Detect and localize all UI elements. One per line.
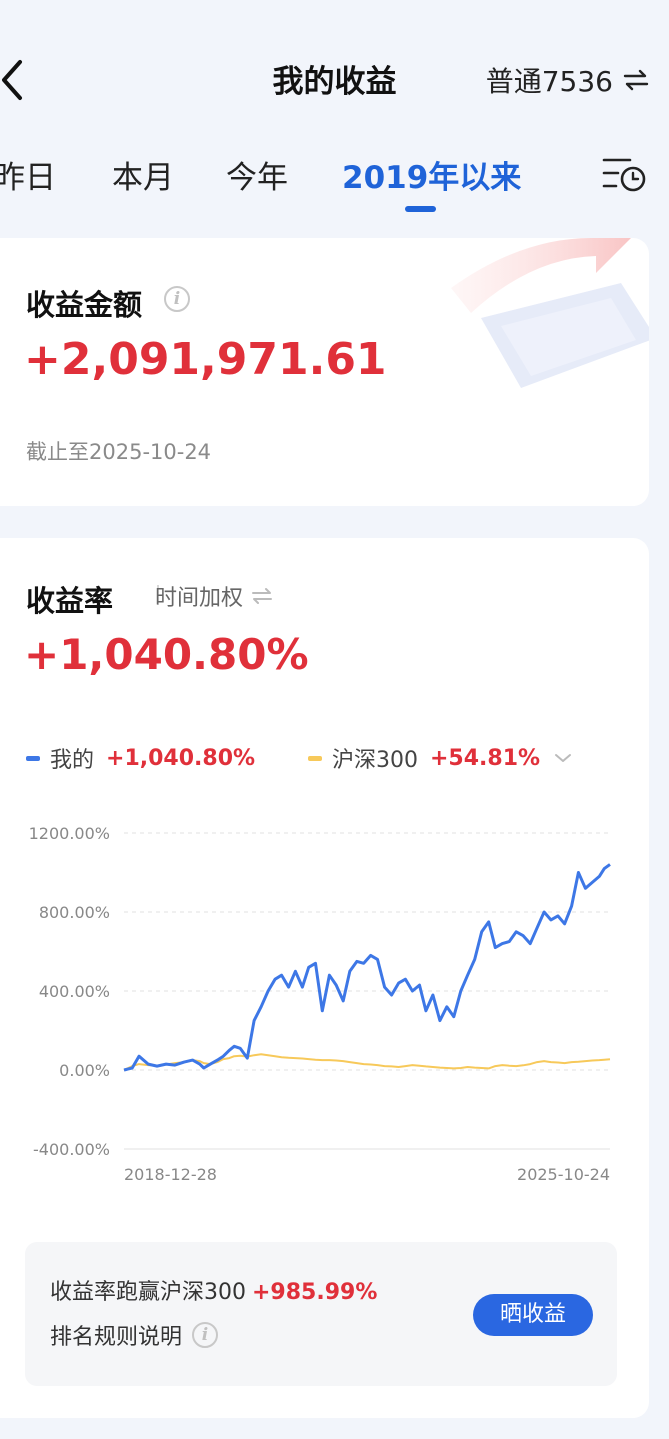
return-line-chart: 1200.00% 800.00% 400.00% 0.00% -400.00% 2018-… (29, 824, 611, 1184)
growth-illustration (451, 238, 649, 388)
legend-mine-label: 我的 (50, 748, 95, 773)
weighting-mode-toggle[interactable]: 时间加权 (155, 580, 273, 612)
as-of-date: 截止至2025-10-24 (26, 440, 212, 464)
x-start-label: 2018-12-28 (124, 1165, 217, 1184)
period-history-icon[interactable] (602, 154, 648, 194)
legend-mine-value: +1,040.80% (106, 745, 256, 771)
period-tabs: 昨日 本月 今年 2019年以来 (0, 152, 669, 212)
benchmark-panel: 收益率跑赢沪深300 +985.99% 排名规则说明 i 晒收益 (25, 1242, 617, 1386)
active-tab-indicator (405, 206, 436, 212)
tab-this-year[interactable]: 今年 (226, 152, 288, 197)
return-rate-value: +1,040.80% (24, 630, 309, 679)
chevron-down-icon (555, 754, 572, 762)
tab-this-month[interactable]: 本月 (112, 152, 174, 197)
account-switcher[interactable]: 普通7536 (486, 60, 649, 100)
rank-rule-link[interactable]: 排名规则说明 i (50, 1319, 219, 1351)
series-line-mine (123, 863, 611, 1072)
x-end-label: 2025-10-24 (517, 1165, 610, 1184)
rank-rule-label: 排名规则说明 (50, 1325, 183, 1350)
share-profit-button[interactable]: 晒收益 (473, 1294, 593, 1336)
legend-index-value: +54.81% (430, 745, 541, 771)
y-tick-label: 0.00% (59, 1061, 110, 1080)
y-tick-label: 400.00% (39, 982, 110, 1001)
legend-mine: 我的 +1,040.80% (26, 742, 255, 774)
y-tick-label: -400.00% (33, 1140, 110, 1159)
profit-amount-value: +2,091,971.61 (24, 334, 387, 385)
info-icon: i (192, 1322, 219, 1348)
legend-index-swatch (308, 755, 322, 761)
legend-index[interactable]: 沪深300 +54.81% (308, 742, 572, 774)
beat-benchmark-label: 收益率跑赢沪深300 (50, 1280, 246, 1305)
weighting-mode-label: 时间加权 (155, 586, 244, 611)
beat-benchmark-value: +985.99% (252, 1280, 378, 1305)
info-icon[interactable]: i (164, 286, 190, 312)
y-tick-label: 1200.00% (29, 824, 110, 843)
profit-amount-label: 收益金额 (26, 288, 143, 322)
account-label: 普通7536 (485, 65, 613, 98)
swap-icon (623, 69, 649, 91)
swap-icon (252, 588, 273, 604)
legend-index-label: 沪深300 (332, 748, 418, 773)
beat-benchmark-text: 收益率跑赢沪深300 +985.99% (50, 1274, 377, 1306)
legend-mine-swatch (26, 755, 40, 761)
y-tick-label: 800.00% (39, 903, 110, 922)
return-rate-label: 收益率 (26, 584, 114, 618)
tab-since-2019[interactable]: 2019年以来 (342, 152, 521, 197)
tab-yesterday[interactable]: 昨日 (0, 152, 56, 197)
profit-amount-card: 收益金额 i +2,091,971.61 截止至2025-10-24 (0, 238, 649, 506)
